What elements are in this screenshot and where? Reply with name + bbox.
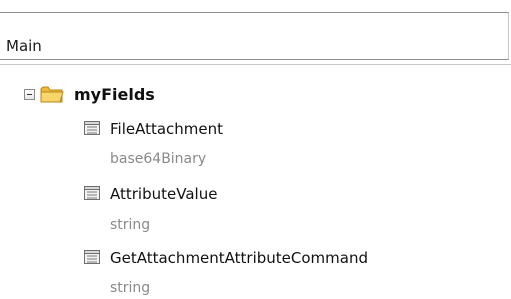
- field-type-fileattachment: base64Binary: [110, 151, 207, 167]
- field-icon: [84, 121, 100, 135]
- root-node-label[interactable]: myFields: [74, 85, 155, 104]
- collapse-toggle-icon[interactable]: [24, 89, 35, 100]
- clipped-label-strip: [0, 0, 511, 12]
- tree-divider: [0, 64, 511, 65]
- field-type-attributevalue: string: [110, 217, 151, 233]
- data-source-field[interactable]: Main: [0, 12, 509, 60]
- field-name-attributevalue[interactable]: AttributeValue: [110, 185, 217, 203]
- field-name-getattachmentattributecommand[interactable]: GetAttachmentAttributeCommand: [110, 249, 368, 267]
- field-name-fileattachment[interactable]: FileAttachment: [110, 120, 223, 138]
- field-icon: [84, 186, 100, 200]
- field-icon: [84, 250, 100, 264]
- data-source-pane: Main myFields FileAttachment base64Binar…: [0, 0, 511, 299]
- field-type-getattachmentattributecommand: string: [110, 280, 151, 296]
- data-source-value: Main: [6, 37, 42, 55]
- folder-icon: [40, 86, 64, 103]
